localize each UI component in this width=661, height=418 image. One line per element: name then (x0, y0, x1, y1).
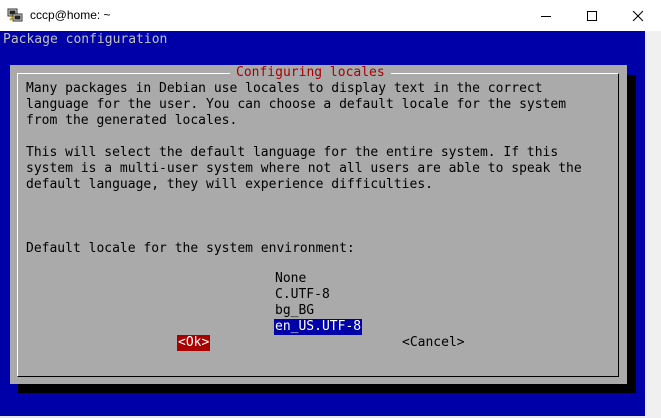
locale-options-list[interactable]: None C.UTF-8 bg_BG en_US.UTF-8 (274, 271, 363, 335)
locale-prompt: Default locale for the system environmen… (26, 241, 355, 256)
putty-icon[interactable] (7, 7, 23, 23)
dialog-shadow-bottom (18, 384, 636, 393)
locale-option-bg-bg[interactable]: bg_BG (274, 303, 315, 319)
locale-option-c-utf8[interactable]: C.UTF-8 (274, 287, 331, 303)
ok-button[interactable]: <Ok> (177, 335, 211, 351)
locale-option-none[interactable]: None (274, 271, 307, 287)
maximize-icon (587, 11, 597, 21)
locale-option-en-us-utf8[interactable]: en_US.UTF-8 (274, 319, 363, 335)
description-paragraph-1: Many packages in Debian use locales to d… (26, 81, 567, 128)
window-title: cccp@home: ~ (30, 8, 111, 22)
terminal-scrollbar[interactable] (645, 31, 661, 418)
minimize-icon (541, 16, 551, 17)
dialog-title: Configuring locales (230, 65, 391, 81)
locale-dialog: Configuring locales Many packages in Deb… (10, 65, 627, 384)
maximize-button[interactable] (569, 0, 615, 31)
terminal-area[interactable]: Package configuration Configuring locale… (0, 31, 661, 418)
dialog-description: Many packages in Debian use locales to d… (26, 81, 611, 193)
window-titlebar[interactable]: cccp@home: ~ (0, 0, 661, 31)
close-button[interactable] (615, 0, 661, 31)
minimize-button[interactable] (523, 0, 569, 31)
description-paragraph-2: This will select the default language fo… (26, 145, 582, 192)
dialog-shadow (627, 75, 636, 393)
close-icon (632, 10, 644, 22)
cancel-button[interactable]: <Cancel> (402, 335, 465, 351)
package-configuration-header: Package configuration (3, 32, 168, 47)
